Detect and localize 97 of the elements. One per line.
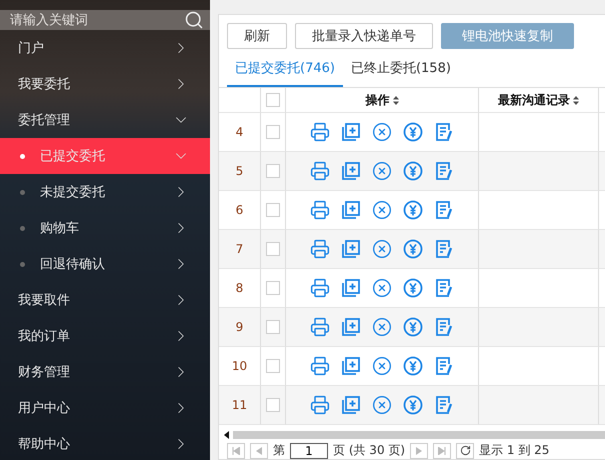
copy-plus-icon[interactable] bbox=[341, 356, 361, 376]
menu-item[interactable]: 财务管理 bbox=[0, 354, 210, 390]
menu-item[interactable]: 回退待确认 bbox=[0, 246, 210, 282]
tab[interactable]: 已终止委托(158) bbox=[342, 53, 459, 87]
checkbox[interactable] bbox=[266, 281, 280, 295]
search-bar[interactable]: 请输入关键词 bbox=[0, 10, 210, 30]
close-circle-icon[interactable] bbox=[372, 122, 392, 142]
copy-plus-icon[interactable] bbox=[341, 122, 361, 142]
previous-page-icon bbox=[256, 446, 262, 454]
edit-note-icon[interactable] bbox=[434, 239, 454, 259]
search-field[interactable]: 请输入关键词 bbox=[8, 12, 184, 28]
refresh-button[interactable] bbox=[456, 442, 474, 458]
yen-icon[interactable] bbox=[403, 161, 423, 181]
close-circle-icon[interactable] bbox=[372, 161, 392, 181]
edit-note-icon[interactable] bbox=[434, 122, 454, 142]
column-header[interactable]: 操作 bbox=[366, 92, 390, 108]
close-circle-icon[interactable] bbox=[372, 200, 392, 220]
checkbox[interactable] bbox=[266, 203, 280, 217]
next-page-button[interactable] bbox=[410, 442, 428, 458]
last-page-icon bbox=[438, 446, 446, 454]
edit-note-icon[interactable] bbox=[434, 161, 454, 181]
menu-item[interactable]: 未提交委托 bbox=[0, 174, 210, 210]
copy-plus-icon[interactable] bbox=[341, 395, 361, 415]
next-page-icon bbox=[416, 446, 422, 454]
checkbox[interactable] bbox=[266, 93, 280, 107]
previous-page-button[interactable] bbox=[250, 442, 268, 458]
bullet-icon bbox=[20, 154, 25, 158]
print-icon[interactable] bbox=[310, 122, 330, 142]
yen-icon[interactable] bbox=[403, 122, 423, 142]
edit-note-icon[interactable] bbox=[434, 395, 454, 415]
bullet-icon bbox=[20, 190, 25, 194]
checkbox[interactable] bbox=[266, 398, 280, 412]
refresh-icon bbox=[460, 445, 471, 456]
copy-plus-icon[interactable] bbox=[341, 317, 361, 337]
row-number: 7 bbox=[236, 242, 244, 256]
checkbox[interactable] bbox=[266, 125, 280, 139]
yen-icon[interactable] bbox=[403, 239, 423, 259]
print-icon[interactable] bbox=[310, 161, 330, 181]
row-number: 6 bbox=[236, 203, 244, 217]
menu-item[interactable]: 用户中心 bbox=[0, 390, 210, 426]
close-circle-icon[interactable] bbox=[372, 278, 392, 298]
menu-item[interactable]: 委托管理 bbox=[0, 102, 210, 138]
row-number: 11 bbox=[232, 398, 248, 412]
checkbox[interactable] bbox=[266, 359, 280, 373]
sort-icon[interactable] bbox=[573, 96, 579, 104]
yen-icon[interactable] bbox=[403, 356, 423, 376]
copy-plus-icon[interactable] bbox=[341, 200, 361, 220]
checkbox[interactable] bbox=[266, 164, 280, 178]
edit-note-icon[interactable] bbox=[434, 278, 454, 298]
menu-item[interactable]: 门户 bbox=[0, 30, 210, 66]
row-number: 10 bbox=[232, 359, 248, 373]
yen-icon[interactable] bbox=[403, 395, 423, 415]
first-page-icon bbox=[232, 446, 240, 454]
last-page-button[interactable] bbox=[433, 442, 452, 458]
scroll-left-icon[interactable] bbox=[224, 431, 228, 439]
menu-item[interactable]: 帮助中心 bbox=[0, 426, 210, 460]
page-label: 第 bbox=[273, 442, 285, 459]
close-circle-icon[interactable] bbox=[372, 356, 392, 376]
menu-item[interactable]: 我要委托 bbox=[0, 66, 210, 102]
yen-icon[interactable] bbox=[403, 317, 423, 337]
copy-plus-icon[interactable] bbox=[341, 161, 361, 181]
menu-item[interactable]: 我的订单 bbox=[0, 318, 210, 354]
edit-note-icon[interactable] bbox=[434, 200, 454, 220]
print-icon[interactable] bbox=[310, 317, 330, 337]
column-header[interactable]: 最新沟通记录 bbox=[498, 92, 570, 108]
row-number: 9 bbox=[236, 320, 244, 334]
yen-icon[interactable] bbox=[403, 278, 423, 298]
row-number: 8 bbox=[236, 281, 244, 295]
record-info: 显示 1 到 25 bbox=[479, 442, 550, 459]
print-icon[interactable] bbox=[310, 356, 330, 376]
toolbar-button[interactable]: 刷新 bbox=[227, 23, 287, 49]
menu-item[interactable]: 我要取件 bbox=[0, 282, 210, 318]
bullet-icon bbox=[20, 226, 25, 230]
page-input[interactable]: 1 bbox=[290, 442, 328, 458]
checkbox[interactable] bbox=[266, 320, 280, 334]
page-count: 页 (共 30 页) bbox=[333, 442, 406, 459]
scrollbar[interactable] bbox=[233, 431, 605, 439]
row-number: 5 bbox=[236, 164, 244, 178]
copy-plus-icon[interactable] bbox=[341, 239, 361, 259]
search-icon[interactable] bbox=[184, 10, 204, 30]
print-icon[interactable] bbox=[310, 395, 330, 415]
copy-plus-icon[interactable] bbox=[341, 278, 361, 298]
row-number: 4 bbox=[236, 125, 244, 139]
sort-icon[interactable] bbox=[392, 96, 398, 104]
close-circle-icon[interactable] bbox=[372, 317, 392, 337]
menu-item[interactable]: 购物车 bbox=[0, 210, 210, 246]
print-icon[interactable] bbox=[310, 239, 330, 259]
close-circle-icon[interactable] bbox=[372, 239, 392, 259]
close-circle-icon[interactable] bbox=[372, 395, 392, 415]
print-icon[interactable] bbox=[310, 278, 330, 298]
checkbox[interactable] bbox=[266, 242, 280, 256]
print-icon[interactable] bbox=[310, 200, 330, 220]
bullet-icon bbox=[20, 262, 25, 266]
toolbar-button[interactable]: 批量录入快递单号 bbox=[295, 23, 433, 49]
yen-icon[interactable] bbox=[403, 200, 423, 220]
edit-note-icon[interactable] bbox=[434, 317, 454, 337]
edit-note-icon[interactable] bbox=[434, 356, 454, 376]
